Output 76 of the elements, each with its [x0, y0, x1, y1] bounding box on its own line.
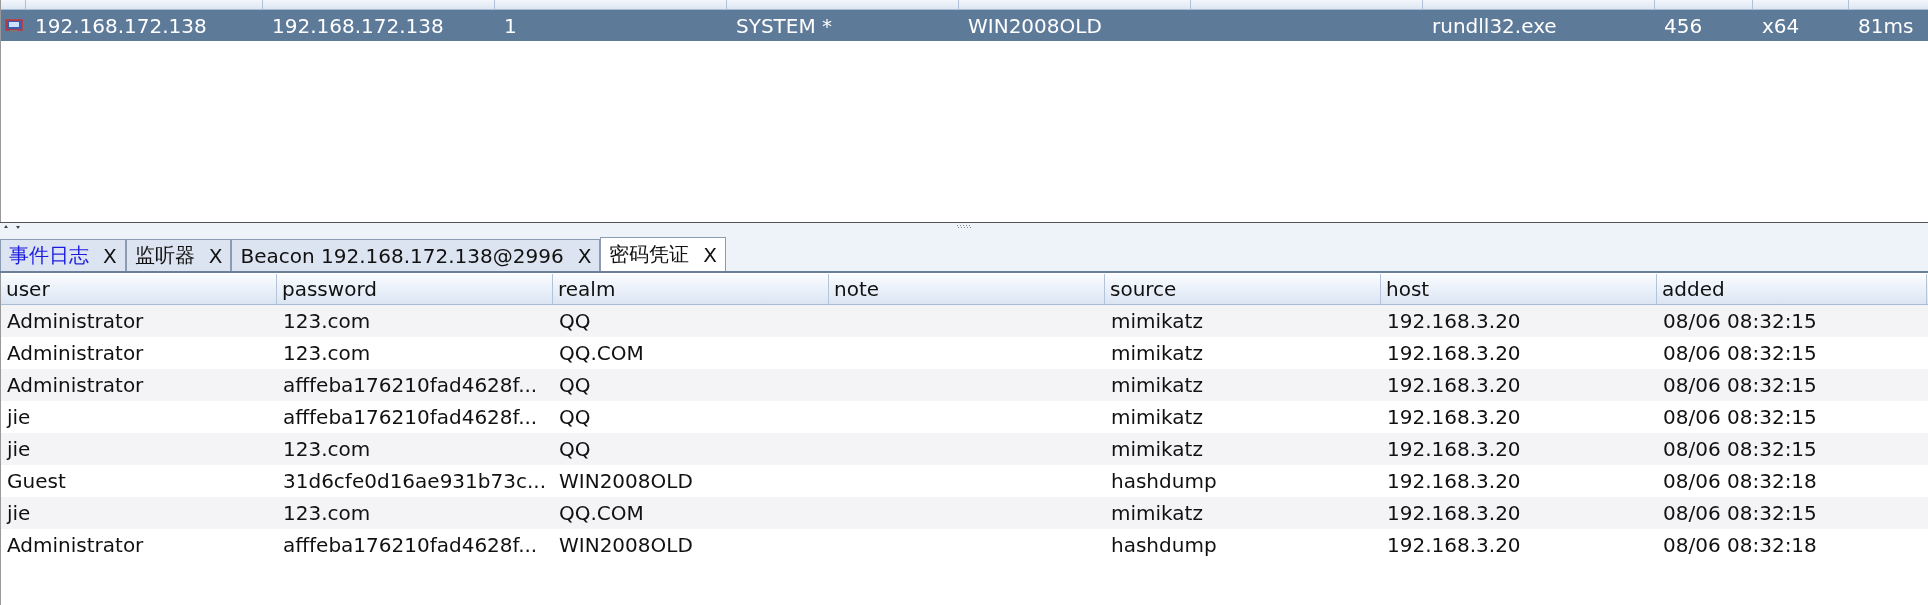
table-cell: SYSTEM *	[736, 13, 833, 38]
table-cell: rundll32.exe	[1432, 13, 1557, 38]
computer-icon	[4, 18, 23, 33]
table-cell: 123.com	[283, 437, 371, 461]
table-cell: jie	[7, 437, 31, 461]
table-cell: 08/06 08:32:15	[1663, 309, 1817, 333]
table-cell: QQ	[559, 405, 591, 429]
table-cell: mimikatz	[1111, 341, 1203, 365]
table-cell: afffeba176210fad4628f...	[283, 533, 538, 557]
table-cell: hashdump	[1111, 533, 1217, 557]
table-cell: mimikatz	[1111, 501, 1203, 525]
table-cell: hashdump	[1111, 469, 1217, 493]
table-cell: jie	[7, 501, 31, 525]
table-cell: Administrator	[7, 309, 144, 333]
table-cell: 192.168.172.138	[35, 13, 207, 38]
table-cell: 08/06 08:32:18	[1663, 469, 1817, 493]
table-cell: 08/06 08:32:18	[1663, 533, 1817, 557]
table-cell: 08/06 08:32:15	[1663, 341, 1817, 365]
table-cell: Administrator	[7, 533, 144, 557]
table-cell: QQ	[559, 437, 591, 461]
table-cell: 192.168.172.138	[272, 13, 444, 38]
table-cell: afffeba176210fad4628f...	[283, 373, 538, 397]
table-cell: mimikatz	[1111, 309, 1203, 333]
tab[interactable]: 密码凭证 X	[600, 237, 727, 271]
session-row[interactable]: 192.168.172.138 192.168.172.138 1 SYSTEM * WIN2008OLD rundll32.exe 456 x64 81ms	[1, 10, 1928, 41]
table-cell: WIN2008OLD	[559, 469, 693, 493]
close-button[interactable]: X	[208, 243, 223, 268]
table-cell: 192.168.3.20	[1387, 533, 1521, 557]
close-button[interactable]: X	[103, 243, 117, 268]
table-cell: 192.168.3.20	[1387, 501, 1521, 525]
tab[interactable]: 监听器 X	[125, 239, 232, 271]
table-cell: QQ	[559, 309, 591, 333]
table-cell: 08/06 08:32:15	[1663, 373, 1817, 397]
column-header[interactable]: realm	[553, 274, 829, 304]
table-cell: 192.168.3.20	[1387, 469, 1521, 493]
table-cell: 1	[504, 13, 517, 38]
table-cell: mimikatz	[1111, 373, 1203, 397]
table-cell: 31d6cfe0d16ae931b73c...	[283, 469, 547, 493]
table-cell: 192.168.3.20	[1387, 341, 1521, 365]
table-cell: x64	[1762, 13, 1800, 38]
table-cell: Guest	[7, 469, 66, 493]
column-header[interactable]: note	[829, 274, 1105, 304]
collapse-arrows-icon[interactable]	[3, 224, 21, 230]
table-cell: QQ.COM	[559, 501, 644, 525]
tab[interactable]: Beacon 192.168.172.138@2996 X	[231, 239, 601, 271]
column-header[interactable]: password	[277, 274, 553, 304]
table-cell: 192.168.3.20	[1387, 437, 1521, 461]
table-cell: 08/06 08:32:15	[1663, 405, 1817, 429]
table-cell: 123.com	[283, 309, 371, 333]
column-header[interactable]: user	[1, 274, 277, 304]
table-cell: 192.168.3.20	[1387, 405, 1521, 429]
table-cell: 123.com	[283, 341, 371, 365]
table-cell: 192.168.3.20	[1387, 309, 1521, 333]
close-button[interactable]: X	[577, 243, 592, 268]
column-header[interactable]: added	[1657, 274, 1927, 304]
table-cell: Administrator	[7, 373, 144, 397]
table-cell: Administrator	[7, 341, 144, 365]
table-cell: jie	[7, 405, 31, 429]
table-cell: 456	[1664, 13, 1703, 38]
table-cell: WIN2008OLD	[968, 13, 1102, 38]
table-cell: 192.168.3.20	[1387, 373, 1521, 397]
table-cell: 08/06 08:32:15	[1663, 501, 1817, 525]
table-cell: WIN2008OLD	[559, 533, 693, 557]
column-header[interactable]: source	[1105, 274, 1381, 304]
close-button[interactable]: X	[703, 242, 718, 267]
table-cell: 123.com	[283, 501, 371, 525]
table-cell: afffeba176210fad4628f...	[283, 405, 538, 429]
grip-icon[interactable]	[956, 224, 972, 228]
table-cell: mimikatz	[1111, 405, 1203, 429]
table-cell: QQ.COM	[559, 341, 644, 365]
tab[interactable]: 事件日志 X	[0, 239, 126, 271]
table-cell: QQ	[559, 373, 591, 397]
table-cell: 08/06 08:32:15	[1663, 437, 1817, 461]
table-cell: 81ms	[1858, 13, 1914, 38]
table-cell: mimikatz	[1111, 437, 1203, 461]
column-header[interactable]: host	[1381, 274, 1657, 304]
